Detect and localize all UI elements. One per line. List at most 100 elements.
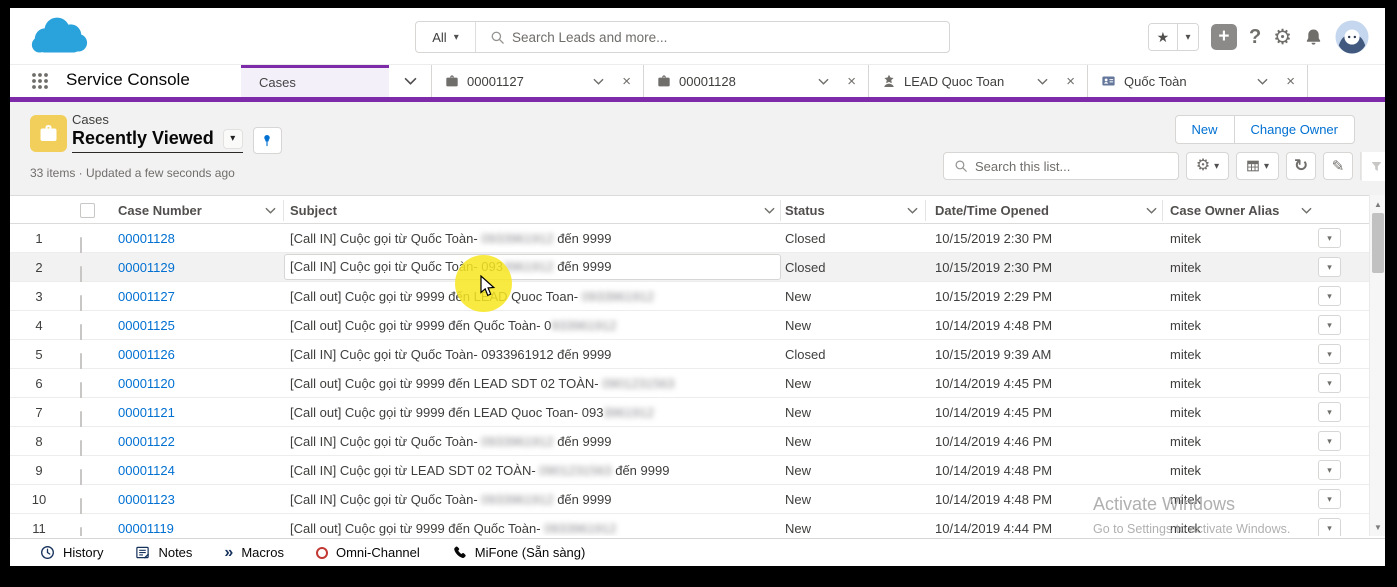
row-actions-button[interactable]: ▾	[1318, 344, 1341, 364]
search-scope-selector[interactable]: All ▾	[416, 22, 476, 52]
utility-macros[interactable]: » Macros	[224, 539, 284, 566]
case-number-link[interactable]: 00001129	[118, 253, 175, 282]
table-row[interactable]: 11 00001119 [Call out] Cuộc gọi từ 9999 …	[10, 514, 1369, 536]
table-row[interactable]: 1 00001128 [Call IN] Cuộc gọi từ Quốc To…	[10, 224, 1369, 253]
column-header-status[interactable]: Status	[785, 196, 918, 225]
tab-case-00001128[interactable]: 00001128 ×	[643, 65, 868, 97]
case-number-link[interactable]: 00001121	[118, 398, 175, 427]
setup-gear-button[interactable]: ⚙	[1273, 27, 1292, 48]
row-actions-button[interactable]: ▾	[1318, 228, 1341, 248]
scroll-up-arrow[interactable]: ▲	[1370, 197, 1385, 211]
row-checkbox[interactable]	[80, 324, 82, 341]
case-number-link[interactable]: 00001125	[118, 311, 175, 340]
favorites-list-button[interactable]: ▾	[1177, 24, 1198, 50]
table-row[interactable]: 5 00001126 [Call IN] Cuộc gọi từ Quốc To…	[10, 340, 1369, 369]
filter-button-disabled[interactable]	[1361, 152, 1362, 180]
row-actions-button[interactable]: ▾	[1318, 286, 1341, 306]
row-checkbox[interactable]	[80, 469, 82, 486]
table-row[interactable]: 8 00001122 [Call IN] Cuộc gọi từ Quốc To…	[10, 427, 1369, 456]
scrollbar-thumb[interactable]	[1372, 213, 1384, 273]
help-button[interactable]: ?	[1249, 26, 1261, 49]
edit-button[interactable]: ✎	[1323, 152, 1353, 180]
case-number-link[interactable]: 00001127	[118, 282, 175, 311]
row-checkbox[interactable]	[80, 498, 82, 515]
utility-history[interactable]: History	[40, 539, 103, 566]
table-row[interactable]: 9 00001124 [Call IN] Cuộc gọi từ LEAD SD…	[10, 456, 1369, 485]
case-number-link[interactable]: 00001128	[118, 224, 175, 253]
tab-cases-dropdown[interactable]	[389, 65, 431, 97]
table-row[interactable]: 4 00001125 [Call out] Cuộc gọi từ 9999 đ…	[10, 311, 1369, 340]
row-actions-button[interactable]: ▾	[1318, 460, 1341, 480]
tab-close-button[interactable]: ×	[1282, 73, 1299, 90]
row-checkbox[interactable]	[80, 382, 82, 399]
tab-dropdown[interactable]	[593, 78, 604, 85]
list-search-input[interactable]: Search this list...	[975, 159, 1070, 174]
row-actions-button[interactable]: ▾	[1318, 315, 1341, 335]
app-launcher-button[interactable]	[30, 71, 50, 96]
column-header-subject[interactable]: Subject	[290, 196, 775, 225]
case-number-link[interactable]: 00001120	[118, 369, 175, 398]
tab-cases-active[interactable]: Cases	[241, 65, 389, 97]
tab-close-button[interactable]: ×	[618, 73, 635, 90]
row-checkbox[interactable]	[80, 411, 82, 428]
user-avatar[interactable]	[1335, 20, 1369, 54]
utility-mifone[interactable]: MiFone (Sẵn sàng)	[452, 539, 586, 566]
case-number-link[interactable]: 00001124	[118, 456, 175, 485]
status-value: New	[785, 427, 811, 456]
display-as-button[interactable]: ▾	[1236, 152, 1279, 180]
column-header-case-number[interactable]: Case Number	[118, 196, 276, 225]
tab-contact-quoc-toan[interactable]: Quốc Toàn ×	[1087, 65, 1308, 97]
row-checkbox[interactable]	[80, 237, 82, 254]
row-checkbox[interactable]	[80, 440, 82, 457]
row-checkbox[interactable]	[80, 527, 82, 536]
tab-close-button[interactable]: ×	[1062, 73, 1079, 90]
change-owner-button[interactable]: Change Owner	[1234, 115, 1355, 144]
column-header-case-owner-alias[interactable]: Case Owner Alias	[1170, 196, 1312, 225]
status-value: New	[785, 485, 811, 514]
row-actions-button[interactable]: ▾	[1318, 257, 1341, 277]
notifications-bell-button[interactable]	[1304, 28, 1323, 47]
row-actions-button[interactable]: ▾	[1318, 489, 1341, 509]
case-number-link[interactable]: 00001119	[118, 514, 174, 536]
row-actions-button[interactable]: ▾	[1318, 402, 1341, 422]
briefcase-icon	[38, 123, 59, 144]
favorite-star-button[interactable]: ★	[1149, 24, 1177, 50]
vertical-scrollbar[interactable]: ▲ ▼	[1369, 195, 1385, 536]
utility-notes[interactable]: Notes	[135, 539, 192, 566]
list-search-box[interactable]: Search this list...	[943, 152, 1179, 180]
table-row[interactable]: 7 00001121 [Call out] Cuộc gọi từ 9999 đ…	[10, 398, 1369, 427]
column-header-date-time-opened[interactable]: Date/Time Opened	[935, 196, 1157, 225]
tab-case-00001127[interactable]: 00001127 ×	[431, 65, 643, 97]
list-settings-button[interactable]: ⚙ ▾	[1186, 152, 1229, 180]
column-label: Subject	[290, 203, 337, 218]
new-button[interactable]: New	[1175, 115, 1235, 144]
case-number-link[interactable]: 00001123	[118, 485, 175, 514]
tab-dropdown[interactable]	[1257, 78, 1268, 85]
table-row[interactable]: 3 00001127 [Call out] Cuộc gọi từ 9999 đ…	[10, 282, 1369, 311]
case-number-link[interactable]: 00001126	[118, 340, 175, 369]
row-actions-button[interactable]: ▾	[1318, 518, 1341, 536]
table-row[interactable]: 2 00001129 [Call IN] Cuộc gọi từ Quốc To…	[10, 253, 1369, 282]
row-actions-button[interactable]: ▾	[1318, 431, 1341, 451]
tab-lead-quoc-toan[interactable]: LEAD Quoc Toan ×	[868, 65, 1087, 97]
list-view-selector[interactable]: Recently Viewed ▾	[72, 128, 243, 153]
scroll-down-arrow[interactable]: ▼	[1370, 520, 1385, 534]
tab-label: 00001127	[467, 74, 585, 89]
row-checkbox[interactable]	[80, 295, 82, 312]
row-checkbox[interactable]	[80, 353, 82, 370]
row-actions-button[interactable]: ▾	[1318, 373, 1341, 393]
table-row[interactable]: 10 00001123 [Call IN] Cuộc gọi từ Quốc T…	[10, 485, 1369, 514]
tab-dropdown[interactable]	[1037, 78, 1048, 85]
global-search-input[interactable]: Search Leads and more...	[512, 30, 667, 45]
select-all-checkbox[interactable]	[80, 203, 95, 218]
tab-dropdown[interactable]	[818, 78, 829, 85]
pin-list-button[interactable]	[253, 127, 282, 154]
row-checkbox[interactable]	[80, 266, 82, 283]
table-row[interactable]: 6 00001120 [Call out] Cuộc gọi từ 9999 đ…	[10, 369, 1369, 398]
tab-close-button[interactable]: ×	[843, 73, 860, 90]
global-actions-button[interactable]: +	[1211, 24, 1237, 50]
refresh-button[interactable]: ↻	[1286, 152, 1316, 180]
case-number-link[interactable]: 00001122	[118, 427, 175, 456]
utility-omni-channel[interactable]: Omni-Channel	[316, 539, 420, 566]
global-actions: ★ ▾ + ? ⚙	[1148, 20, 1369, 54]
